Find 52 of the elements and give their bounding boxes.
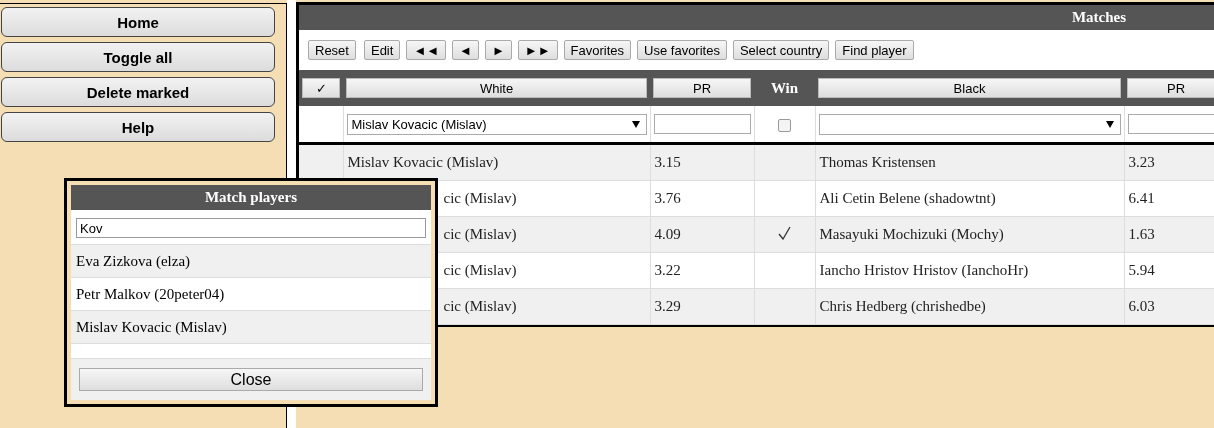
toolbar-button[interactable]: Find player <box>835 40 914 60</box>
toolbar-button[interactable]: ► <box>485 40 512 60</box>
toolbar-button[interactable]: Reset <box>308 40 356 60</box>
table-cell: 6.41 <box>1128 190 1155 206</box>
column-header-button[interactable]: Black <box>818 78 1121 98</box>
table-cell: Ali Cetin Belene (shadowtnt) <box>819 190 996 206</box>
table-cell-text: cic (Mislav) <box>442 226 517 242</box>
toolbar-button[interactable]: ►► <box>517 40 558 60</box>
search-field[interactable]: Kov <box>76 218 426 238</box>
column-header-button[interactable]: White <box>346 78 647 98</box>
player-list-item[interactable]: Petr Malkov (20peter04) <box>71 278 431 311</box>
table-cell: Chris Hedberg (chrishedbe) <box>819 298 986 314</box>
toolbar-button[interactable]: Edit <box>363 40 401 60</box>
table-cell-text: cic (Mislav) <box>442 262 517 278</box>
dialog-title: Match players <box>71 185 431 210</box>
input-field[interactable] <box>653 114 751 134</box>
table-cell: 3.22 <box>654 262 681 278</box>
toolbar-button[interactable]: Favorites <box>563 40 632 60</box>
toolbar-button[interactable]: ◄◄ <box>406 40 447 60</box>
table-cell: Thomas Kristensen <box>819 154 936 170</box>
table-cell: 3.23 <box>1128 154 1155 170</box>
table-cell-text: cic (Mislav) <box>442 190 517 206</box>
column-header-button[interactable]: PR <box>1127 78 1214 98</box>
table-cell: 3.15 <box>654 154 681 170</box>
win-checkbox[interactable] <box>778 118 791 132</box>
player-select[interactable] <box>818 113 1121 135</box>
table-cell-text: cic (Mislav) <box>442 298 517 314</box>
caret-icon <box>631 120 640 128</box>
toolbar-button[interactable]: ◄ <box>452 40 479 60</box>
table-cell: Mislav Kovacic (Mislav) <box>347 154 499 170</box>
table-cell: Iancho Hristov Hristov (IanchoHr) <box>819 262 1029 278</box>
table-cell: 3.76 <box>654 190 681 206</box>
caret-icon <box>1105 120 1114 128</box>
table-cell: 5.94 <box>1128 262 1155 278</box>
column-header-button[interactable]: PR <box>653 78 751 98</box>
toolbar-button[interactable]: Use favorites <box>637 40 727 60</box>
panel-title: Matches <box>1071 9 1127 26</box>
sidebar-button[interactable]: Toggle all <box>1 42 275 72</box>
column-header-button[interactable]: ✓ <box>302 78 340 98</box>
player-select[interactable]: Mislav Kovacic (Mislav) <box>346 113 647 135</box>
input-field[interactable] <box>1127 114 1214 134</box>
toolbar-button[interactable]: Select country <box>732 40 830 60</box>
close-button[interactable]: Close <box>79 368 423 391</box>
table-cell: Masayuki Mochizuki (Mochy) <box>819 226 1004 242</box>
sidebar-button[interactable]: Help <box>1 112 275 142</box>
table-cell: 4.09 <box>654 226 681 242</box>
column-header: Win <box>770 80 799 96</box>
sidebar-button[interactable]: Home <box>1 7 275 37</box>
sidebar-button[interactable]: Delete marked <box>1 77 275 107</box>
table-cell: 6.03 <box>1128 298 1155 314</box>
table-cell: 1.63 <box>1128 226 1155 242</box>
table-cell: 3.29 <box>654 298 681 314</box>
